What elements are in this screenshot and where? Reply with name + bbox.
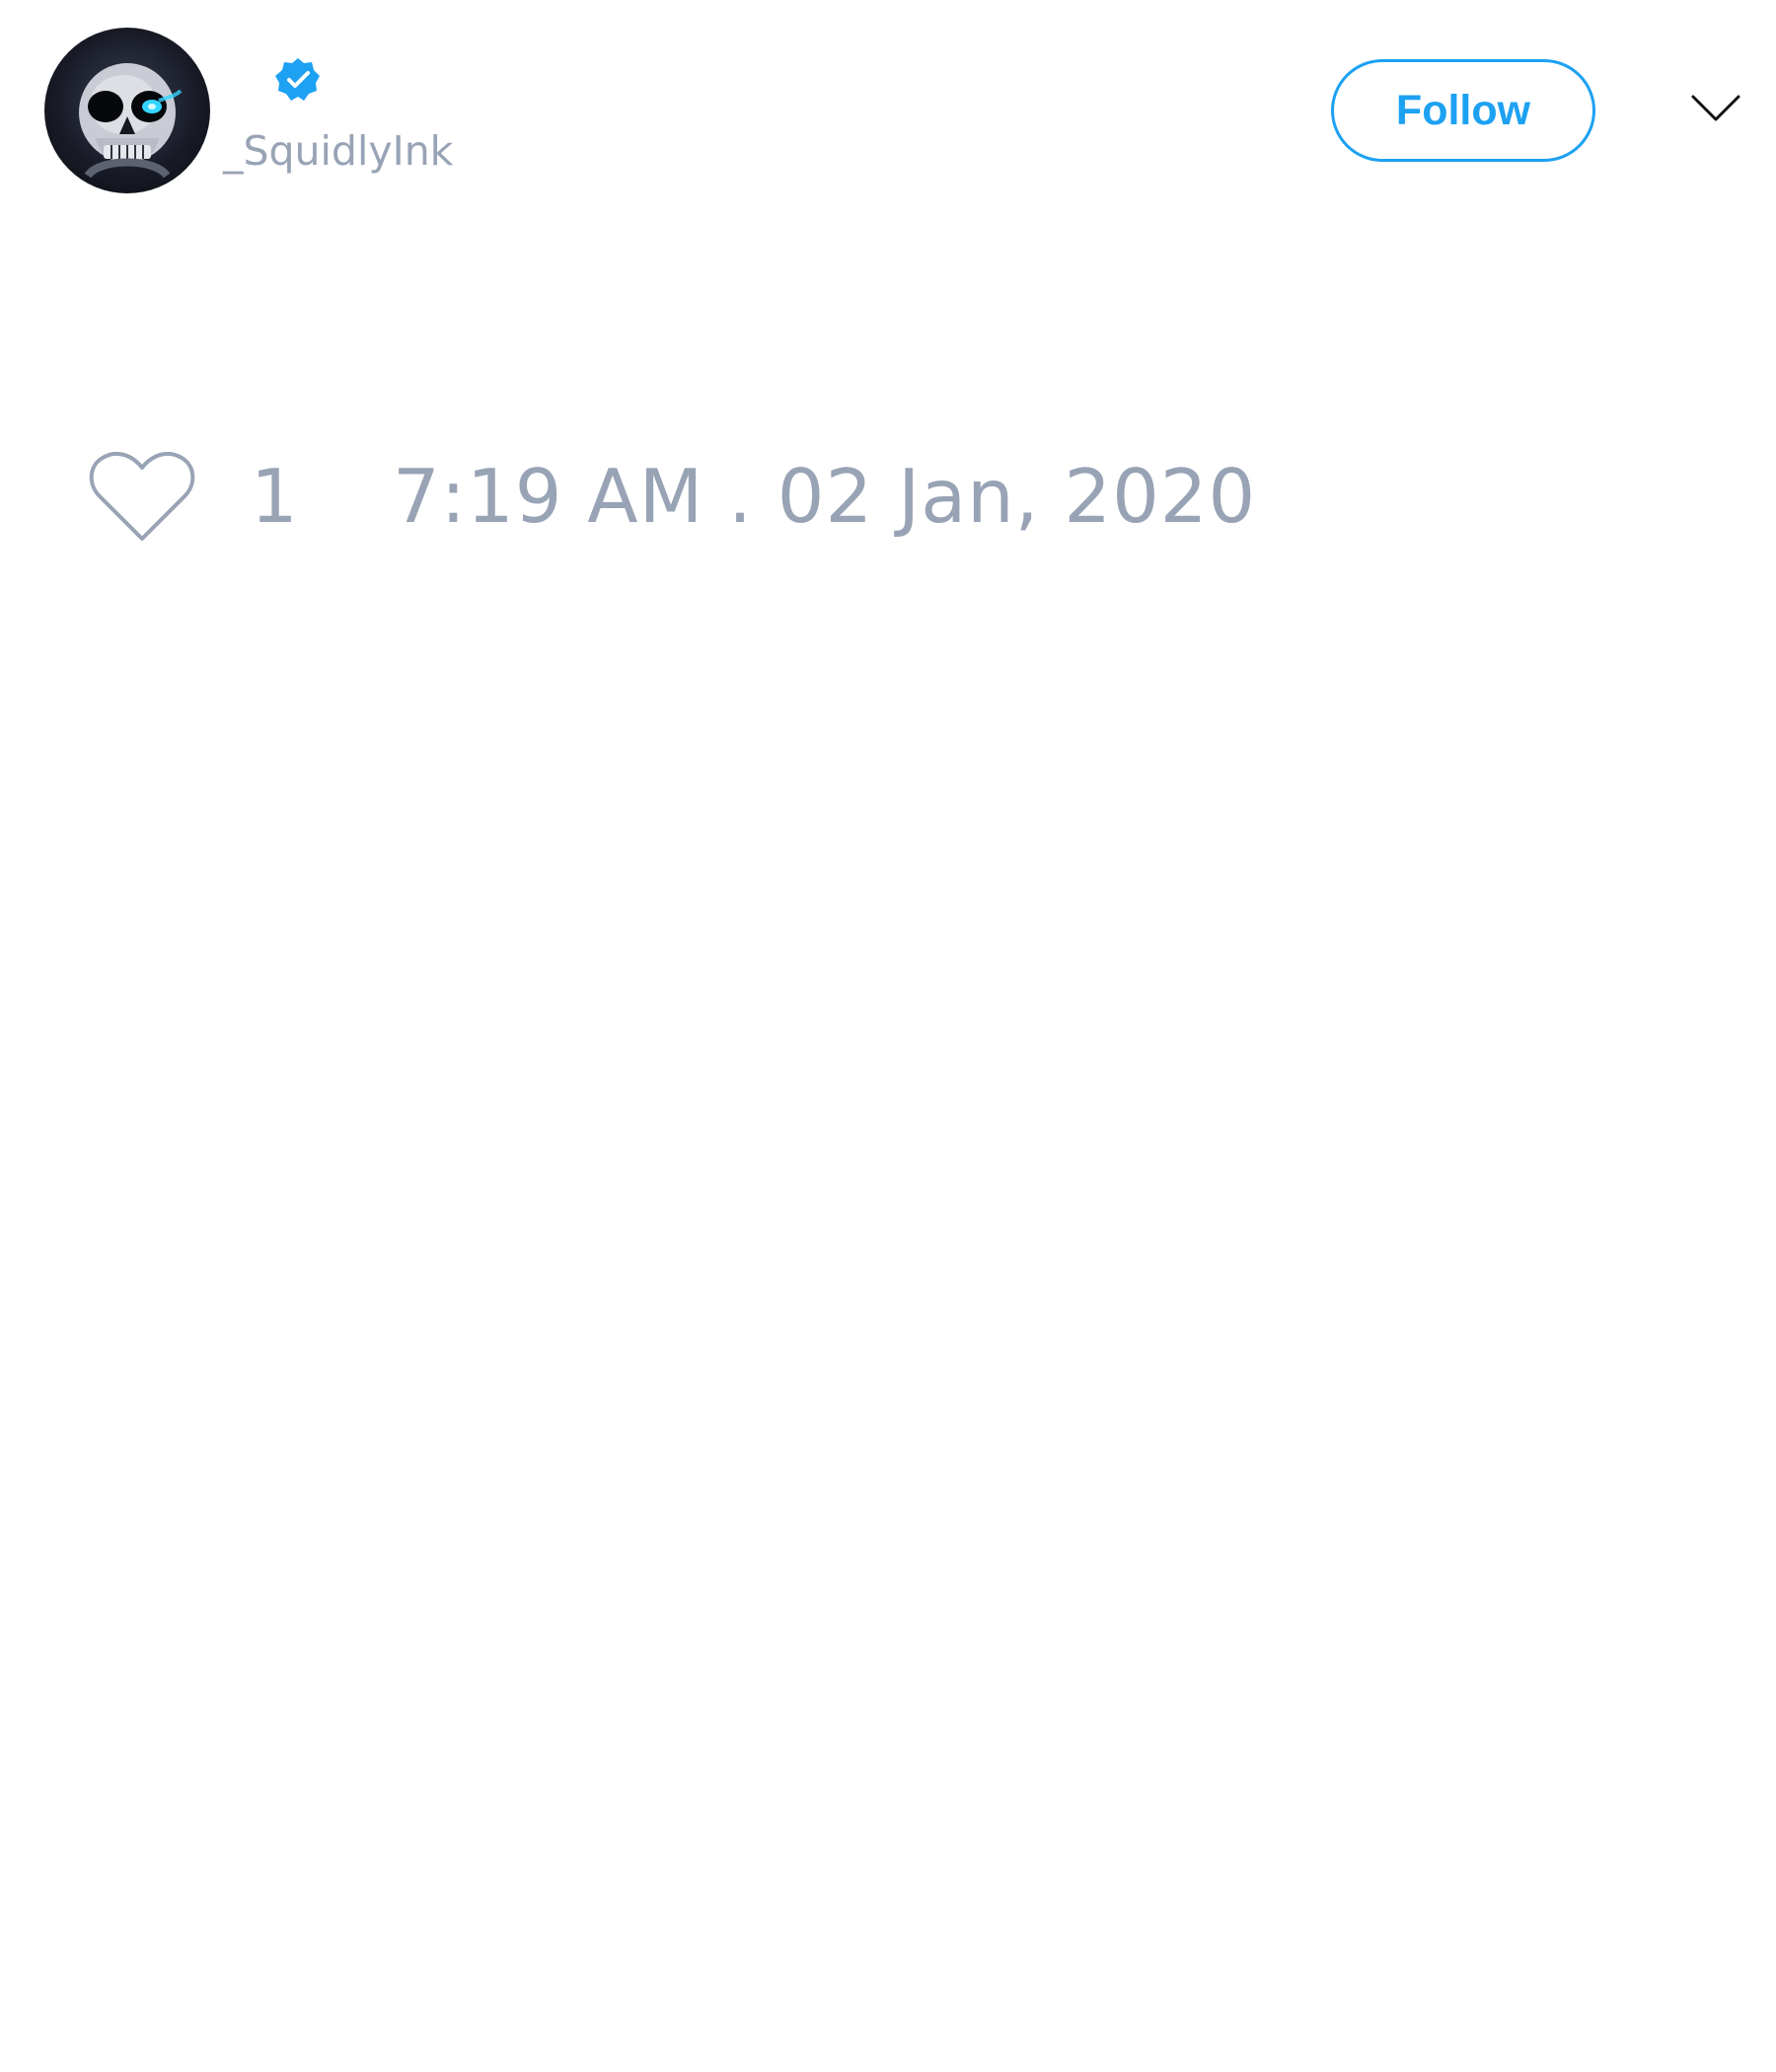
user-handle[interactable]: _SquidlyInk bbox=[223, 124, 453, 178]
avatar[interactable] bbox=[44, 28, 210, 193]
heart-outline-icon[interactable] bbox=[87, 450, 197, 545]
tweet-actions: 1 7:19 AM . 02 Jan, 2020 bbox=[87, 444, 1369, 553]
follow-button[interactable]: Follow bbox=[1331, 59, 1595, 162]
like-count[interactable]: 1 bbox=[251, 452, 298, 541]
chevron-down-icon[interactable] bbox=[1689, 91, 1742, 126]
tweet-card: _SquidlyInk Follow 1 7:19 AM . 02 Jan, 2… bbox=[0, 0, 1776, 2072]
verified-badge-icon bbox=[274, 56, 322, 104]
tweet-timestamp[interactable]: 7:19 AM . 02 Jan, 2020 bbox=[393, 452, 1256, 541]
skull-avatar-image bbox=[79, 63, 183, 179]
